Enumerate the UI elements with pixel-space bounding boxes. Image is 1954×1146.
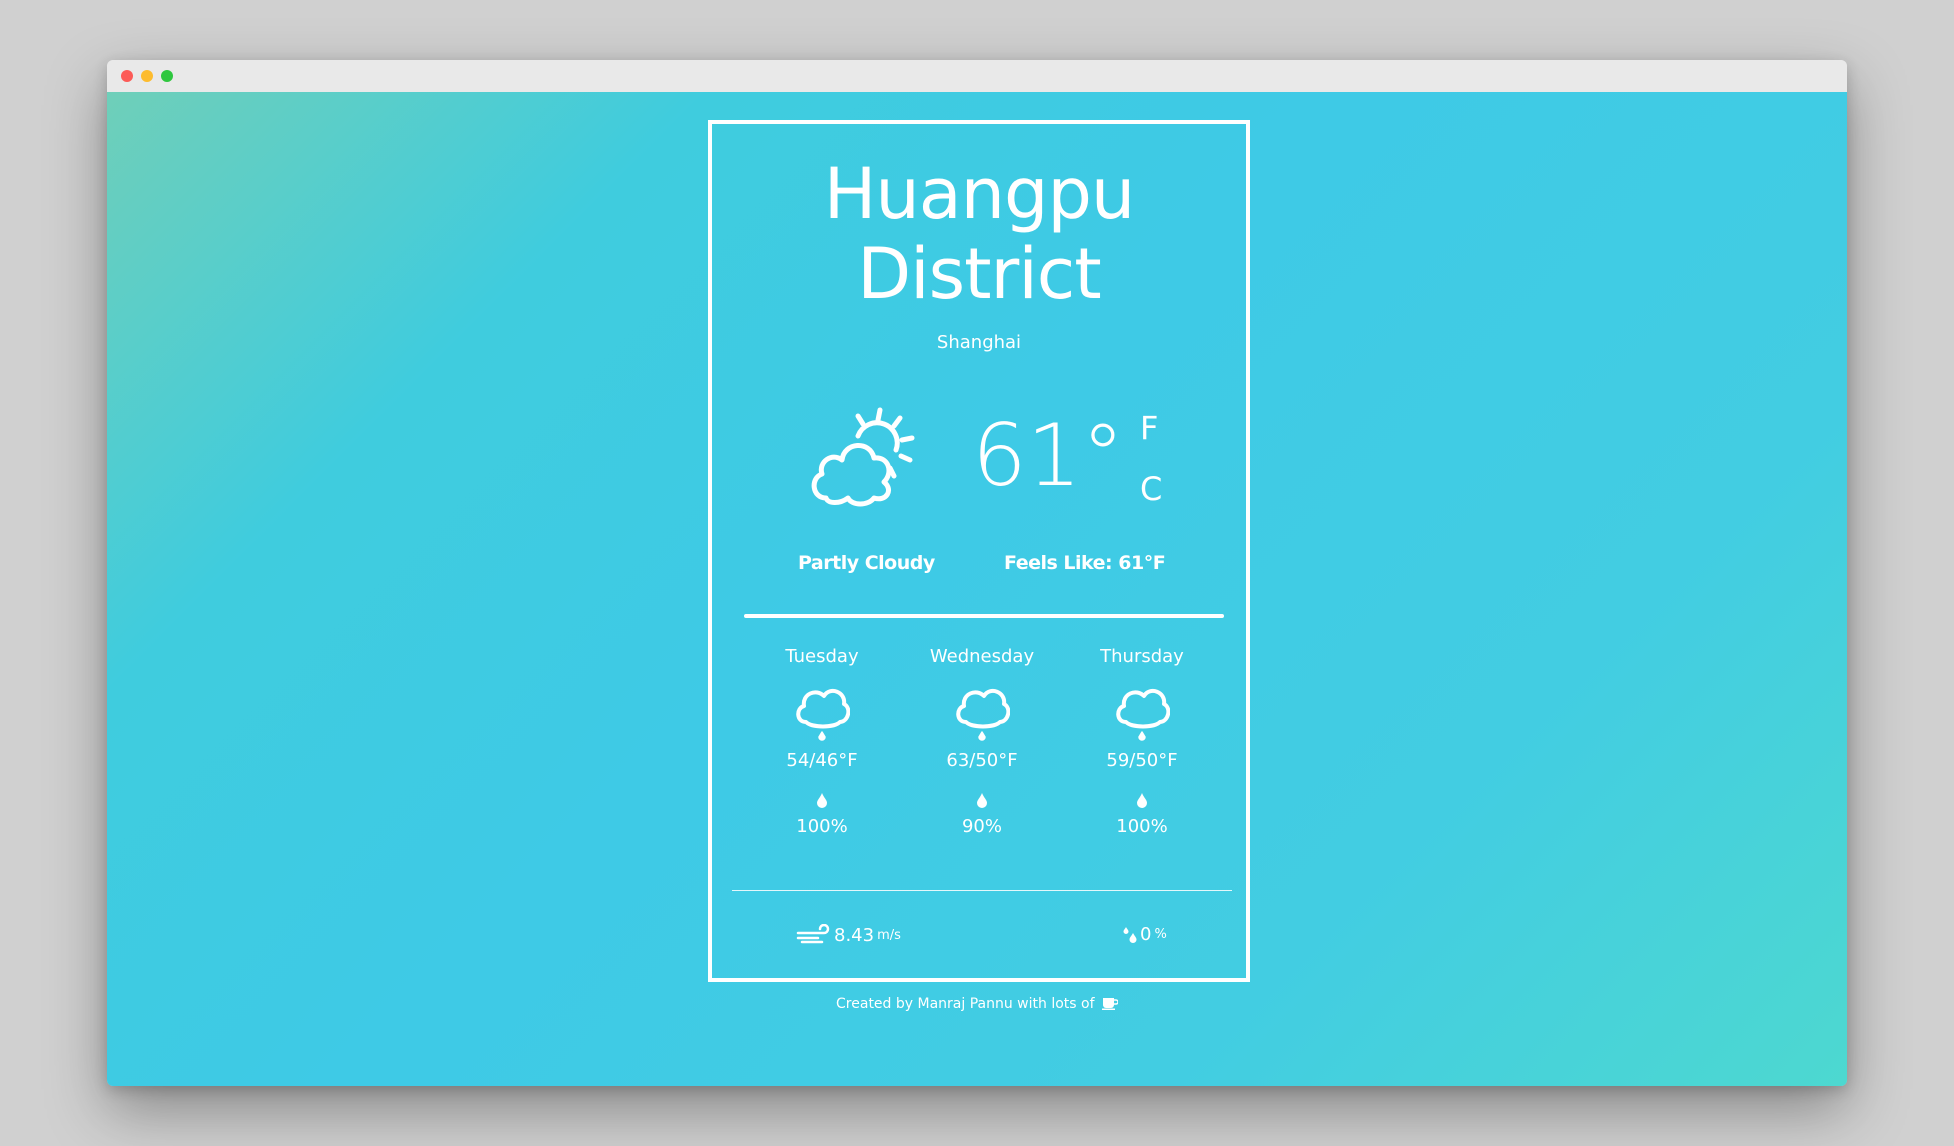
section-divider: [744, 614, 1224, 618]
forecast-day: Tuesday 54/46°F 100%: [742, 646, 902, 838]
feels-like: Feels Like: 61°F: [1004, 552, 1166, 574]
forecast-temperature: 59/50°F: [1106, 750, 1178, 771]
forecast-precipitation: 100%: [796, 816, 848, 837]
raindrop-icon: [977, 793, 987, 808]
close-window-button[interactable]: [121, 70, 133, 82]
forecast-day: Thursday 59/50°F 100%: [1062, 646, 1222, 838]
weather-card: Huangpu District Shanghai 61° F C Partly…: [708, 120, 1250, 982]
cloud-outline: [811, 443, 892, 507]
details-divider: [732, 890, 1232, 891]
coffee-cup-icon: [1101, 998, 1119, 1010]
rain-cloud-icon: [796, 688, 850, 741]
forecast-day-name: Wednesday: [929, 646, 1035, 667]
browser-window: Huangpu District Shanghai 61° F C Partly…: [107, 60, 1847, 1086]
page-footer: Created by Manraj Pannu with lots of: [107, 996, 1847, 1012]
minimize-window-button[interactable]: [141, 70, 153, 82]
raindrop-icon: [817, 793, 827, 808]
window-titlebar: [107, 60, 1847, 93]
wind-unit: m/s: [877, 927, 901, 943]
humidity-drops-icon: [1123, 926, 1137, 943]
footer-text: Created by Manraj Pannu with lots of: [836, 996, 1095, 1012]
maximize-window-button[interactable]: [161, 70, 173, 82]
forecast-temperature: 54/46°F: [786, 750, 858, 771]
wind-icon: [796, 924, 830, 944]
forecast-temperature: 63/50°F: [946, 750, 1018, 771]
current-temperature: 61°: [972, 406, 1125, 506]
page-viewport: Huangpu District Shanghai 61° F C Partly…: [107, 92, 1847, 1086]
current-condition: Partly Cloudy: [798, 552, 935, 574]
forecast-day: Wednesday 63/50°F 90%: [902, 646, 1062, 838]
forecast-precipitation: 100%: [1116, 816, 1168, 837]
forecast-day-name: Thursday: [1100, 646, 1184, 667]
raindrop-icon: [1137, 793, 1147, 808]
humidity-value: 0: [1140, 924, 1152, 945]
forecast-list: Tuesday 54/46°F 100% Wednesday 63/50°F 9…: [742, 646, 1222, 838]
region-name: Shanghai: [936, 332, 1022, 353]
humidity: 0 %: [1122, 924, 1167, 945]
partly-cloudy-icon: [811, 407, 915, 507]
sun-rays: [855, 407, 915, 479]
unit-fahrenheit-toggle[interactable]: F: [1140, 409, 1158, 447]
rain-cloud-icon: [956, 688, 1010, 741]
forecast-precipitation: 90%: [961, 816, 1002, 837]
wind-speed: 8.43 m/s: [796, 924, 901, 946]
rain-cloud-icon: [1116, 688, 1170, 741]
city-name: Huangpu District: [823, 153, 1136, 315]
wind-value: 8.43: [834, 924, 875, 946]
forecast-day-name: Tuesday: [785, 646, 859, 667]
unit-celsius-toggle[interactable]: C: [1140, 470, 1162, 508]
humidity-unit: %: [1154, 927, 1167, 942]
